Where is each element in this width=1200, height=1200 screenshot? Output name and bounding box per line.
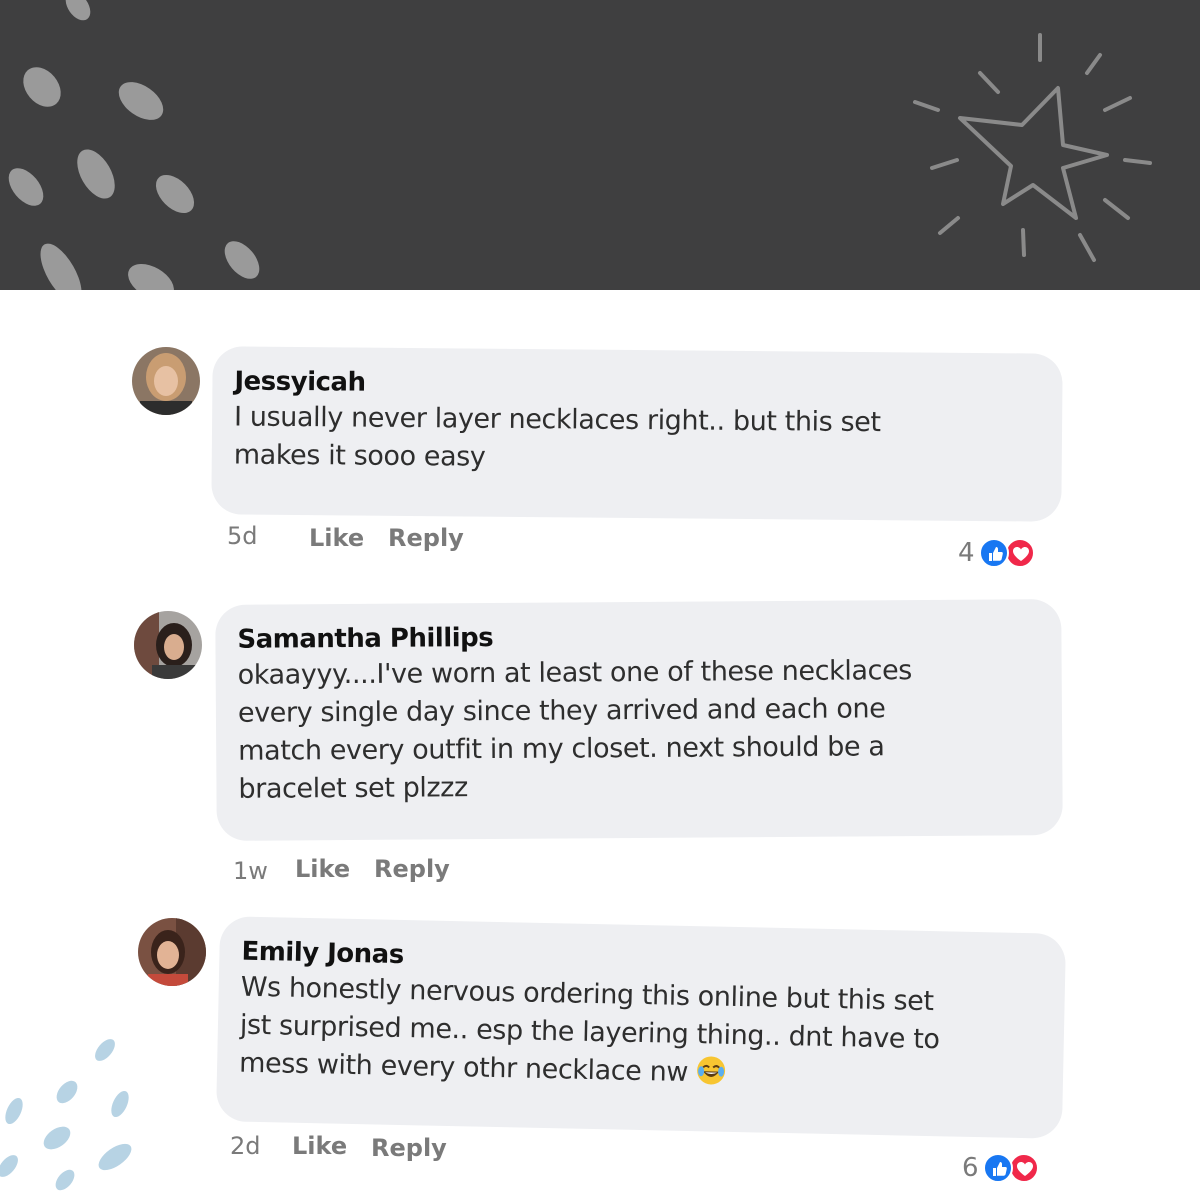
comment-line: makes it sooo easy xyxy=(233,439,486,473)
like-button[interactable]: Like xyxy=(295,855,350,883)
comment-time: 5d xyxy=(227,522,258,550)
love-icon xyxy=(1004,538,1035,568)
like-icon xyxy=(982,1153,1013,1183)
reaction-count: 4 xyxy=(958,538,975,568)
comment-text: I usually never layer necklaces right.. … xyxy=(234,398,1041,481)
avatar[interactable] xyxy=(132,347,200,415)
comment-line: okaayyy....I've worn at least one of the… xyxy=(237,655,913,691)
comment-time: 2d xyxy=(230,1132,261,1160)
comment-bubble: Emily Jonas Ws honestly nervous ordering… xyxy=(215,916,1067,1139)
reply-button[interactable]: Reply xyxy=(371,1134,447,1162)
like-button[interactable]: Like xyxy=(309,524,364,552)
comment-line-text: mess with every othr necklace nw xyxy=(238,1047,689,1088)
comment-bubble: Samantha Phillips okaayyy....I've worn a… xyxy=(215,599,1063,841)
reaction-count: 6 xyxy=(962,1153,979,1183)
comment-line: bracelet set plzzz xyxy=(238,772,468,805)
avatar[interactable] xyxy=(134,611,202,679)
comment-author[interactable]: Samantha Phillips xyxy=(237,617,1039,657)
reply-button[interactable]: Reply xyxy=(388,524,464,552)
comment-time: 1w xyxy=(233,857,268,885)
comment-line: every single day since they arrived and … xyxy=(237,693,886,729)
reaction-summary[interactable]: 6 xyxy=(962,1152,1039,1184)
like-icon xyxy=(978,538,1009,568)
reply-button[interactable]: Reply xyxy=(374,855,450,883)
laughing-emoji-icon xyxy=(696,1055,727,1097)
avatar[interactable] xyxy=(138,918,206,986)
comment-bubble: Jessyicah I usually never layer necklace… xyxy=(211,346,1063,522)
blue-drops-decoration xyxy=(0,1039,132,1191)
reaction-summary[interactable]: 4 xyxy=(958,537,1035,569)
comment-text: okaayyy....I've worn at least one of the… xyxy=(238,651,1041,809)
love-icon xyxy=(1008,1153,1039,1183)
comment-text: Ws honestly nervous ordering this online… xyxy=(239,969,1043,1104)
comment-line: match every outfit in my closet. next sh… xyxy=(238,731,885,767)
like-button[interactable]: Like xyxy=(292,1132,347,1160)
